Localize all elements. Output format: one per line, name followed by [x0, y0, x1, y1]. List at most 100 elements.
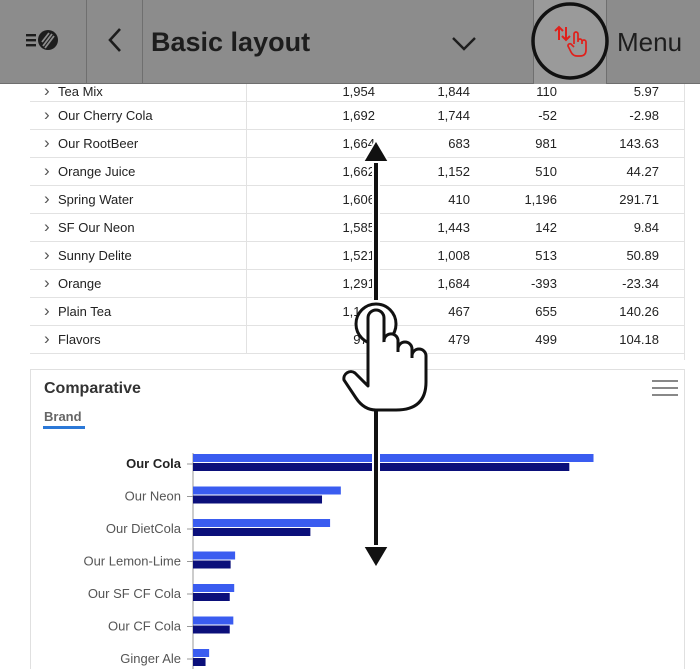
app-menu-icon: [23, 25, 63, 60]
value-cell-c1: 1,692: [246, 101, 378, 130]
menu-button[interactable]: Menu: [607, 0, 700, 84]
value-cell-c4: 104.18: [572, 325, 684, 354]
value-cell-c2: 1,744: [378, 101, 475, 130]
value-cell-c3: -52: [475, 101, 572, 130]
table-row[interactable]: › Plain Tea 1,122 467 655 140.26: [30, 297, 684, 326]
value-cell-c4: -23.34: [572, 269, 684, 298]
page-title: Basic layout: [151, 26, 311, 57]
expand-chevron-icon[interactable]: ›: [44, 84, 58, 99]
row-label: SF Our Neon: [58, 220, 135, 235]
expand-chevron-icon[interactable]: ›: [44, 190, 58, 207]
value-cell-c1: 1,662: [246, 157, 378, 186]
bar-series-2[interactable]: [193, 658, 206, 666]
value-cell-c1: 1,521: [246, 241, 378, 270]
value-cell-c4: 9.84: [572, 213, 684, 242]
value-cell-c4: 50.89: [572, 241, 684, 270]
chevron-left-icon: [105, 25, 125, 60]
row-name-cell[interactable]: › Flavors: [30, 325, 247, 354]
swipe-mode-button[interactable]: [534, 0, 606, 84]
bar-series-2[interactable]: [193, 593, 230, 601]
value-cell-c3: 510: [475, 157, 572, 186]
value-cell-c4: 5.97: [572, 84, 684, 102]
row-name-cell[interactable]: › Orange: [30, 269, 247, 298]
bar-series-1[interactable]: [193, 519, 331, 527]
value-cell-c3: 142: [475, 213, 572, 242]
expand-chevron-icon[interactable]: ›: [44, 134, 58, 151]
row-name-cell[interactable]: › Orange Juice: [30, 157, 247, 186]
bar-series-2[interactable]: [193, 625, 230, 634]
value-cell-c3: 1,196: [475, 185, 572, 214]
table-row[interactable]: › Tea Mix 1,954 1,844 110 5.97: [30, 84, 684, 102]
bar-series-2[interactable]: [193, 560, 231, 569]
table-row[interactable]: › Our RootBeer 1,664 683 981 143.63: [30, 129, 684, 158]
category-label[interactable]: Our CF Cola: [108, 619, 182, 634]
category-label[interactable]: Our DietCola: [106, 521, 182, 536]
bar-series-1[interactable]: [193, 616, 234, 625]
row-label: Flavors: [58, 332, 101, 347]
row-label: Spring Water: [58, 192, 134, 207]
value-cell-c3: 513: [475, 241, 572, 270]
expand-chevron-icon[interactable]: ›: [44, 218, 58, 235]
table-row[interactable]: › SF Our Neon 1,585 1,443 142 9.84: [30, 213, 684, 242]
value-cell-c2: 1,844: [378, 84, 475, 102]
value-cell-c2: 467: [378, 297, 475, 326]
value-cell-c2: 1,684: [378, 269, 475, 298]
expand-chevron-icon[interactable]: ›: [44, 246, 58, 263]
table-row[interactable]: › Flavors 978 479 499 104.18: [30, 325, 684, 354]
row-name-cell[interactable]: › Our RootBeer: [30, 129, 247, 158]
row-label: Our RootBeer: [58, 136, 139, 151]
data-table: › Tea Mix 1,954 1,844 110 5.97 › Our Cherry Col…: [30, 84, 685, 360]
value-cell-c2: 1,152: [378, 157, 475, 186]
swap-vertical-hand-icon: [550, 20, 590, 65]
value-cell-c2: 1,008: [378, 241, 475, 270]
category-label[interactable]: Our Neon: [125, 489, 181, 504]
bar-series-1[interactable]: [193, 454, 594, 462]
row-name-cell[interactable]: › Sunny Delite: [30, 241, 247, 270]
row-label: Orange Juice: [58, 164, 136, 179]
bar-series-1[interactable]: [193, 584, 235, 592]
bar-series-2[interactable]: [193, 463, 570, 471]
expand-chevron-icon[interactable]: ›: [44, 302, 58, 319]
value-cell-c1: 1,291: [246, 269, 378, 298]
row-name-cell[interactable]: › Tea Mix: [30, 84, 247, 102]
row-label: Our Cherry Cola: [58, 108, 153, 123]
bar-series-2[interactable]: [193, 528, 311, 536]
bar-series-1[interactable]: [193, 486, 341, 495]
value-cell-c3: -393: [475, 269, 572, 298]
value-cell-c1: 1,122: [246, 297, 378, 326]
bar-series-1[interactable]: [193, 649, 210, 657]
row-label: Orange: [58, 276, 102, 291]
value-cell-c3: 110: [475, 84, 572, 102]
table-row[interactable]: › Orange Juice 1,662 1,152 510 44.27: [30, 157, 684, 186]
back-button[interactable]: [87, 0, 142, 84]
category-label[interactable]: Our Lemon-Lime: [83, 554, 181, 569]
expand-chevron-icon[interactable]: ›: [44, 330, 58, 347]
bar-series-2[interactable]: [193, 495, 323, 504]
expand-chevron-icon[interactable]: ›: [44, 106, 58, 123]
menu-label: Menu: [617, 26, 683, 57]
expand-chevron-icon[interactable]: ›: [44, 162, 58, 179]
row-name-cell[interactable]: › Our Cherry Cola: [30, 101, 247, 130]
value-cell-c1: 1,954: [246, 84, 378, 102]
row-name-cell[interactable]: › Plain Tea: [30, 297, 247, 326]
category-label[interactable]: Our SF CF Cola: [88, 586, 182, 601]
category-label[interactable]: Ginger Ale: [120, 651, 181, 666]
row-label: Sunny Delite: [58, 248, 132, 263]
value-cell-c1: 1,585: [246, 213, 378, 242]
table-row[interactable]: › Spring Water 1,606 410 1,196 291.71: [30, 185, 684, 214]
row-name-cell[interactable]: › SF Our Neon: [30, 213, 247, 242]
table-row[interactable]: › Sunny Delite 1,521 1,008 513 50.89: [30, 241, 684, 270]
chevron-down-icon[interactable]: [449, 29, 479, 62]
value-cell-c2: 683: [378, 129, 475, 158]
expand-chevron-icon[interactable]: ›: [44, 274, 58, 291]
table-row[interactable]: › Orange 1,291 1,684 -393 -23.34: [30, 269, 684, 298]
row-label: Tea Mix: [58, 84, 103, 99]
row-name-cell[interactable]: › Spring Water: [30, 185, 247, 214]
value-cell-c4: 44.27: [572, 157, 684, 186]
value-cell-c2: 1,443: [378, 213, 475, 242]
table-row[interactable]: › Our Cherry Cola 1,692 1,744 -52 -2.98: [30, 101, 684, 130]
category-label[interactable]: Our Cola: [126, 456, 182, 471]
app-menu-button[interactable]: [0, 0, 86, 84]
bar-series-1[interactable]: [193, 551, 236, 560]
value-cell-c4: 143.63: [572, 129, 684, 158]
